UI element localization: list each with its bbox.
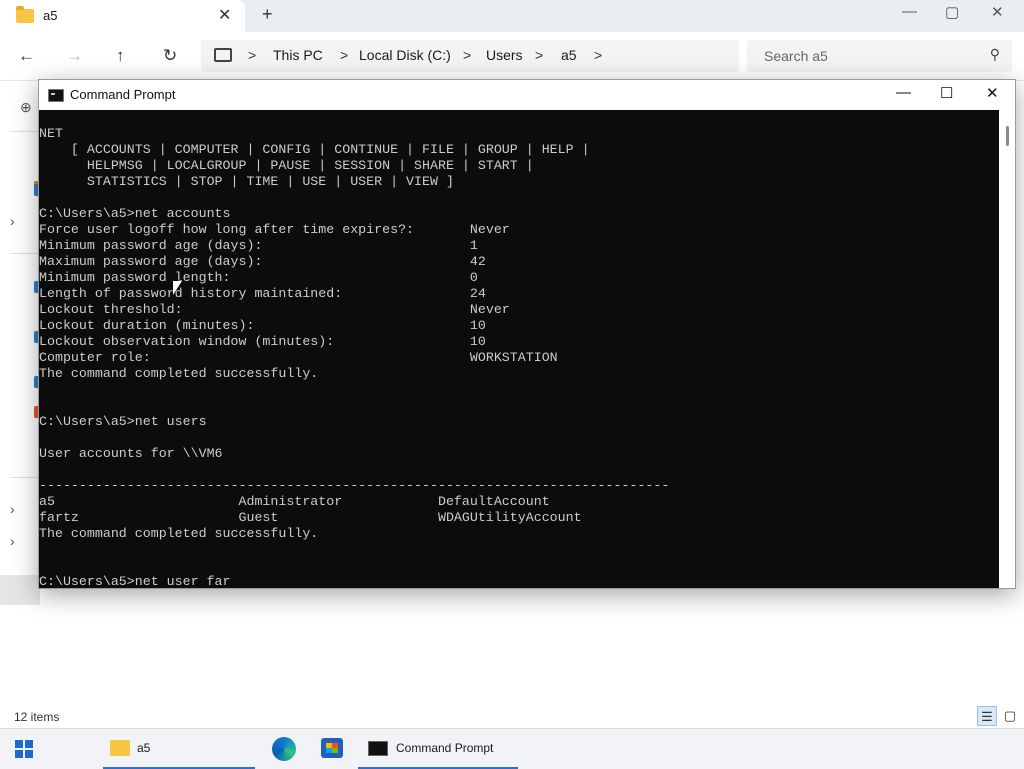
breadcrumb-a5[interactable]: a5 [561,47,577,63]
console-line: C:\Users\a5>net user far [39,574,231,588]
chevron-right-icon[interactable]: › [10,213,15,229]
add-icon[interactable]: ⊕ [20,99,32,116]
breadcrumb-local-disk[interactable]: Local Disk (C:) [359,47,451,63]
console-line: a5 Administrator DefaultAccount [39,494,550,509]
divider [10,477,40,478]
breadcrumb-separator[interactable]: > [340,47,348,63]
navigation-pane: ⊕ › › › [0,81,40,701]
taskbar-explorer-a5[interactable]: a5 [103,729,255,769]
search-icon[interactable]: ⚲ [990,46,1000,63]
breadcrumb-separator[interactable]: > [594,47,602,63]
console-line: Length of password history maintained: 2… [39,286,486,301]
console-line: STATISTICS | STOP | TIME | USE | USER | … [39,174,454,189]
explorer-close-button[interactable]: ✕ [991,3,1004,21]
mouse-cursor-icon [173,281,182,295]
taskbar-explorer-label: a5 [137,741,151,755]
breadcrumb-separator[interactable]: > [248,47,256,63]
explorer-minimize-button[interactable]: — [902,3,917,20]
console-line: Lockout observation window (minutes): 10 [39,334,486,349]
console-line: Lockout threshold: Never [39,302,510,317]
explorer-nav-bar: ← → ↑ ↻ > This PC > Local Disk (C:) > Us… [0,32,1024,81]
console-line: Force user logoff how long after time ex… [39,222,510,237]
item-count: 12 items [14,710,60,724]
search-input[interactable]: Search a5 ⚲ [747,40,1012,72]
folder-icon [110,740,130,756]
console-line: Computer role: WORKSTATION [39,350,558,365]
command-prompt-window[interactable]: Command Prompt — ☐ ✕ NET [ ACCOUNTS | CO… [38,79,1016,589]
console-line: NET [39,126,63,141]
start-button[interactable] [0,729,48,769]
new-tab-button[interactable]: + [262,4,273,25]
taskbar: a5 Command Prompt [0,728,1024,769]
explorer-maximize-button[interactable]: ▢ [945,3,959,21]
console-line: HELPMSG | LOCALGROUP | PAUSE | SESSION |… [39,158,534,173]
console-line: Maximum password age (days): 42 [39,254,486,269]
task-view-button[interactable] [50,729,129,769]
windows-start-icon [15,740,33,758]
window-title: Command Prompt [70,87,176,102]
chevron-right-icon[interactable]: › [10,501,15,517]
tab-close-button[interactable]: ✕ [218,5,231,25]
command-prompt-title-bar[interactable]: Command Prompt — ☐ ✕ [39,80,1015,110]
refresh-icon[interactable]: ↻ [163,46,177,66]
scrollbar[interactable] [999,110,1015,588]
cmd-maximize-button[interactable]: ☐ [940,84,953,102]
forward-icon[interactable]: → [66,46,83,66]
tab-a5[interactable]: a5 ✕ [0,0,245,32]
breadcrumb-users[interactable]: Users [486,47,523,63]
up-icon[interactable]: ↑ [116,46,125,66]
console-line: The command completed successfully. [39,526,319,541]
cmd-close-button[interactable]: ✕ [986,84,999,102]
scrollbar-thumb[interactable] [1006,126,1009,146]
divider [10,253,40,254]
breadcrumb-separator[interactable]: > [463,47,471,63]
breadcrumb-separator[interactable]: > [535,47,543,63]
console-line: Lockout duration (minutes): 10 [39,318,486,333]
back-icon[interactable]: ← [18,46,35,66]
cmd-minimize-button[interactable]: — [896,84,911,101]
breadcrumb-this-pc[interactable]: This PC [273,47,323,63]
console-line: C:\Users\a5>net users [39,414,207,429]
address-bar[interactable]: > This PC > Local Disk (C:) > Users > a5… [201,40,739,72]
tab-title: a5 [43,8,58,23]
console-line: [ ACCOUNTS | COMPUTER | CONFIG | CONTINU… [39,142,590,157]
sidebar-item-this-pc[interactable] [0,575,40,605]
console-line: The command completed successfully. [39,366,319,381]
console-line: Minimum password age (days): 1 [39,238,478,253]
computer-icon [214,48,232,62]
folder-icon [16,6,34,23]
tiles-view-icon[interactable]: ▢ [1000,706,1020,726]
store-icon[interactable] [321,738,343,758]
taskbar-command-prompt-label: Command Prompt [396,741,494,755]
console-line: Minimum password length: 0 [39,270,478,285]
edge-icon[interactable] [272,737,296,761]
console-line: User accounts for \\VM6 [39,446,223,461]
command-prompt-icon [48,89,64,102]
console-line: ----------------------------------------… [39,478,670,493]
explorer-tab-bar: a5 ✕ + — ▢ ✕ [0,0,1024,32]
taskbar-command-prompt[interactable]: Command Prompt [358,729,518,769]
console-line: fartz Guest WDAGUtilityAccount [39,510,582,525]
divider [10,131,40,132]
chevron-right-icon[interactable]: › [10,533,15,549]
console-line: C:\Users\a5>net accounts [39,206,231,221]
console-output[interactable]: NET [ ACCOUNTS | COMPUTER | CONFIG | CON… [39,110,999,588]
search-placeholder: Search a5 [764,48,828,64]
details-view-icon[interactable]: ☰ [977,706,997,726]
command-prompt-icon [368,741,388,756]
